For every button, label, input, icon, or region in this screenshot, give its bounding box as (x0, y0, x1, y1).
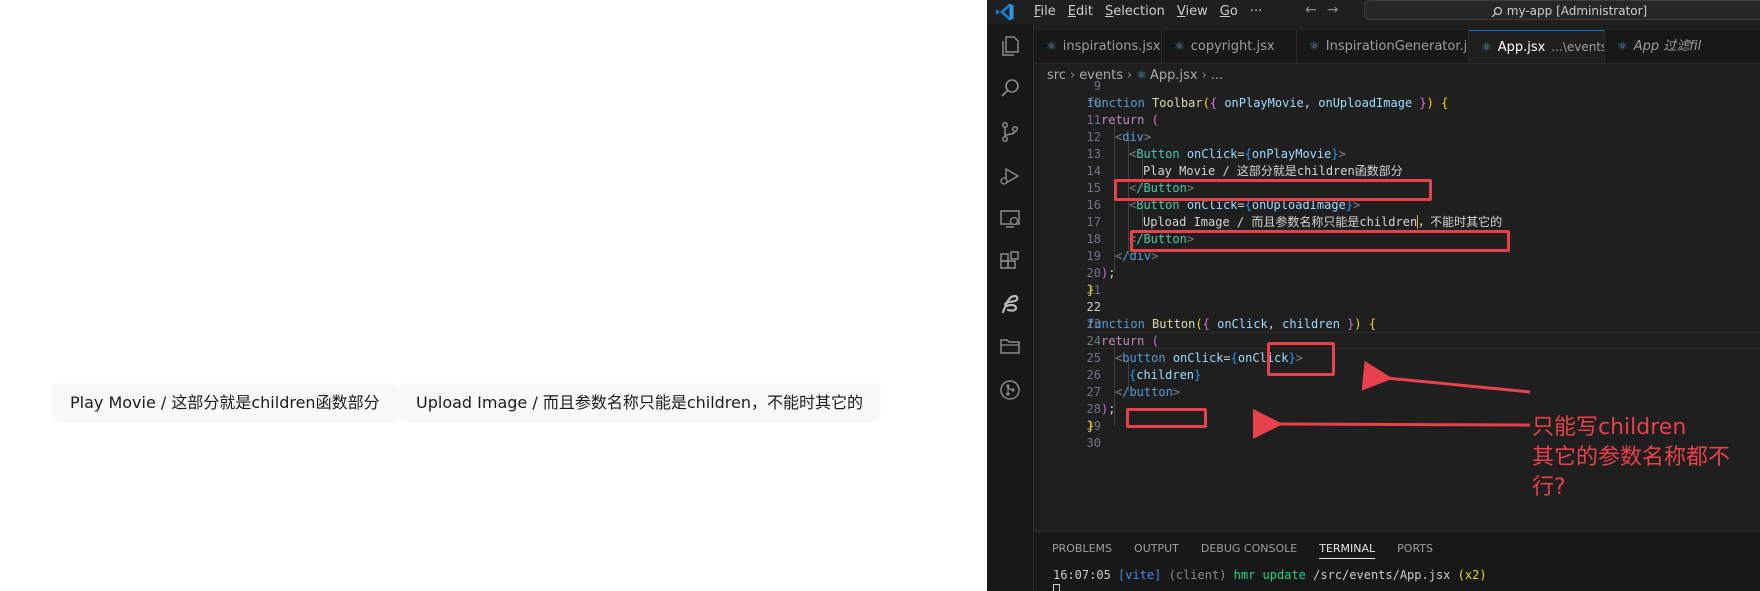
arrow-to-children-expr (1252, 408, 1531, 439)
play-movie-button[interactable]: Play Movie / 这部分就是children函数部分 (52, 383, 398, 422)
browser-preview: Play Movie / 这部分就是children函数部分 Upload Im… (0, 0, 987, 591)
upload-image-button[interactable]: Upload Image / 而且参数名称只能是children，不能时其它的 (398, 383, 882, 422)
annotation-line-2: 其它的参数名称都不 (1532, 445, 1731, 470)
vscode-window: File Edit Selection View Go ··· ← → my-ap… (987, 0, 1760, 591)
annotation-line-1: 只能写children (1532, 415, 1687, 440)
annotation-arrows (1252, 360, 1531, 439)
arrow-to-children-param (1361, 360, 1531, 394)
annotation-line-3: 行? (1532, 475, 1566, 500)
